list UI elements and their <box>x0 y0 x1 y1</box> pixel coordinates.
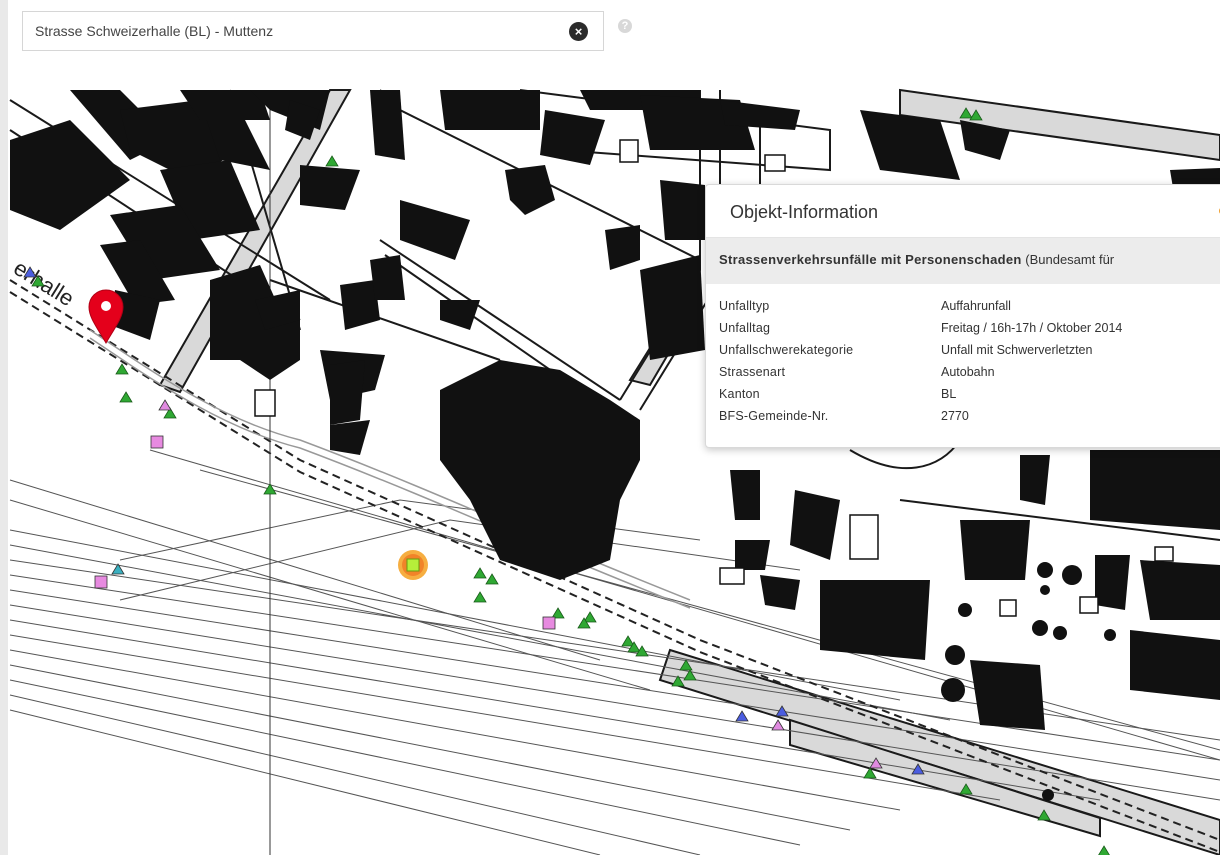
search-input[interactable] <box>23 12 575 50</box>
search-box[interactable]: × <box>22 11 604 51</box>
attr-value-schwere: Unfall mit Schwerverletzten <box>941 343 1093 357</box>
attr-value-kanton: BL <box>941 387 957 401</box>
layer-source: (Bundesamt für <box>1025 252 1115 267</box>
help-icon[interactable]: ? <box>618 19 632 33</box>
popup-title: Objekt-Information <box>730 202 879 222</box>
left-edge-strip <box>0 0 8 855</box>
layer-name: Strassenverkehrsunfälle mit Personenscha… <box>719 252 1114 267</box>
attr-value-strassenart: Autobahn <box>941 365 995 379</box>
attr-label-kanton: Kanton <box>719 387 760 401</box>
attr-label-unfalltyp: Unfalltyp <box>719 299 770 313</box>
attr-label-unfalltag: Unfalltag <box>719 321 771 335</box>
clear-search-icon[interactable]: × <box>569 22 588 41</box>
attr-label-strassenart: Strassenart <box>719 365 786 379</box>
object-info-popup: Objekt-Information Strassenverkehrsunfäl… <box>705 184 1220 448</box>
layer-name-bold: Strassenverkehrsunfälle mit Personenscha… <box>719 252 1022 267</box>
attr-label-bfs: BFS-Gemeinde-Nr. <box>719 409 829 423</box>
attr-value-bfs: 2770 <box>941 409 969 423</box>
attr-label-schwere: Unfallschwerekategorie <box>719 343 854 357</box>
attr-value-unfalltag: Freitag / 16h-17h / Oktober 2014 <box>941 321 1123 335</box>
layer-header: Strassenverkehrsunfälle mit Personenscha… <box>706 238 1220 284</box>
attr-value-unfalltyp: Auffahrunfall <box>941 299 1011 313</box>
selected-accident-marker[interactable] <box>398 550 428 580</box>
